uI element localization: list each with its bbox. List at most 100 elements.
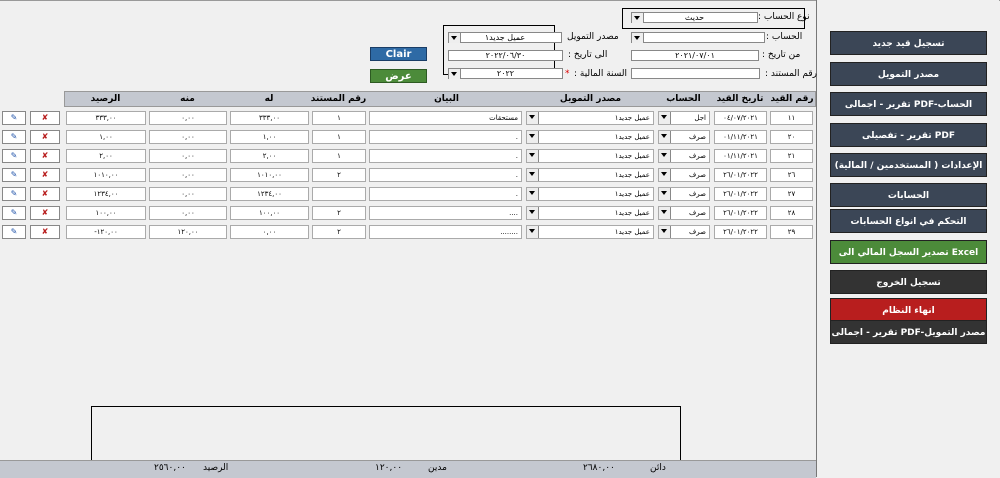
cell-entry-no[interactable]: ٢٧ [770, 187, 813, 201]
cell-statement[interactable]: ........ [369, 225, 522, 239]
to-date-input[interactable]: ٢٠٢٢/٠٦/٣٠ [448, 50, 563, 61]
cell-account[interactable]: صرف [658, 168, 710, 182]
chevron-down-icon[interactable] [632, 13, 644, 23]
cell-funding-source[interactable]: عميل جديد١ [526, 111, 654, 125]
exit-system-button[interactable]: انهاء النظام [830, 298, 987, 322]
chevron-down-icon[interactable] [632, 33, 644, 43]
cell-entry-date[interactable]: ٢٦/٠١/٢٠٢٢ [714, 187, 767, 201]
chevron-down-icon[interactable] [527, 226, 539, 238]
chevron-down-icon[interactable] [659, 112, 671, 124]
cell-credit[interactable]: ٠,٠٠ [230, 225, 309, 239]
cell-statement[interactable]: . [369, 187, 522, 201]
cell-balance[interactable]: -١٢٠,٠٠ [66, 225, 146, 239]
account-summary-pdf-button[interactable]: تقرير - اجمالى PDF-الحساب [830, 92, 987, 116]
cell-entry-no[interactable]: ٢١ [770, 149, 813, 163]
delete-icon[interactable]: ✘ [30, 149, 60, 163]
cell-entry-date[interactable]: ٠١/١١/٢٠٢١ [714, 149, 767, 163]
account-type-select[interactable]: حديث [631, 12, 758, 23]
chevron-down-icon[interactable] [659, 169, 671, 181]
cell-debit[interactable]: ٠,٠٠ [149, 168, 227, 182]
cell-doc-no[interactable]: ٢ [312, 168, 366, 182]
new-entry-button[interactable]: تسجيل قيد جديد [830, 31, 987, 55]
cell-account[interactable]: صرف [658, 225, 710, 239]
cell-account[interactable]: صرف [658, 206, 710, 220]
cell-funding-source[interactable]: عميل جديد١ [526, 187, 654, 201]
delete-icon[interactable]: ✘ [30, 187, 60, 201]
chevron-down-icon[interactable] [527, 207, 539, 219]
chevron-down-icon[interactable] [659, 207, 671, 219]
cell-account[interactable]: صرف [658, 130, 710, 144]
chevron-down-icon[interactable] [527, 150, 539, 162]
delete-icon[interactable]: ✘ [30, 225, 60, 239]
cell-debit[interactable]: ٠,٠٠ [149, 130, 227, 144]
chevron-down-icon[interactable] [659, 131, 671, 143]
cell-credit[interactable]: ١٢٣٤,٠٠ [230, 187, 309, 201]
cell-statement[interactable]: . [369, 149, 522, 163]
chevron-down-icon[interactable] [527, 131, 539, 143]
funding-source-select[interactable]: عميل جديد١ [448, 32, 562, 43]
cell-balance[interactable]: ١,٠٠ [66, 130, 146, 144]
cell-credit[interactable]: ١٠٠,٠٠ [230, 206, 309, 220]
account-types-button[interactable]: التحكم في انواع الحسابات [830, 209, 987, 233]
cell-entry-date[interactable]: ٠١/١١/٢٠٢١ [714, 130, 767, 144]
chevron-down-icon[interactable] [527, 169, 539, 181]
cell-debit[interactable]: ١٢٠,٠٠ [149, 225, 227, 239]
edit-icon[interactable]: ✎ [2, 225, 26, 239]
edit-icon[interactable]: ✎ [2, 187, 26, 201]
from-date-input[interactable]: ٢٠٢١/٠٧/٠١ [631, 50, 759, 61]
cell-account[interactable]: صرف [658, 187, 710, 201]
detailed-pdf-button[interactable]: تقرير - تفصيلى PDF [830, 123, 987, 147]
cell-funding-source[interactable]: عميل جديد١ [526, 206, 654, 220]
cell-entry-date[interactable]: ٢٦/٠١/٢٠٢٢ [714, 168, 767, 182]
cell-debit[interactable]: ٠,٠٠ [149, 187, 227, 201]
chevron-down-icon[interactable] [659, 226, 671, 238]
fiscal-year-select[interactable]: ٢٠٢٢ [448, 68, 563, 79]
show-button[interactable]: عرض [370, 69, 427, 83]
cell-statement[interactable]: . [369, 168, 522, 182]
settings-button[interactable]: الإعدادات ( المستخدمين / المالية) [830, 153, 987, 177]
edit-icon[interactable]: ✎ [2, 206, 26, 220]
cell-doc-no[interactable]: ١ [312, 111, 366, 125]
cell-funding-source[interactable]: عميل جديد١ [526, 168, 654, 182]
cell-funding-source[interactable]: عميل جديد١ [526, 130, 654, 144]
cell-doc-no[interactable]: ١ [312, 149, 366, 163]
account-select[interactable] [631, 32, 765, 43]
edit-icon[interactable]: ✎ [2, 149, 26, 163]
funding-source-button[interactable]: مصدر التمويل [830, 62, 987, 86]
cell-funding-source[interactable]: عميل جديد١ [526, 225, 654, 239]
cell-debit[interactable]: ٠,٠٠ [149, 111, 227, 125]
cell-balance[interactable]: ١٢٣٤,٠٠ [66, 187, 146, 201]
cell-doc-no[interactable]: ٢ [312, 206, 366, 220]
cell-debit[interactable]: ٠,٠٠ [149, 206, 227, 220]
cell-doc-no[interactable] [312, 187, 366, 201]
chevron-down-icon[interactable] [527, 112, 539, 124]
cell-balance[interactable]: ٣٣٣,٠٠ [66, 111, 146, 125]
cell-entry-date[interactable]: ٠٤/٠٧/٢٠٢١ [714, 111, 767, 125]
edit-icon[interactable]: ✎ [2, 130, 26, 144]
delete-icon[interactable]: ✘ [30, 130, 60, 144]
cell-account[interactable]: اجل [658, 111, 710, 125]
funding-summary-pdf-button[interactable]: تقرير - اجمالى PDF-مصدر التمويل [830, 320, 987, 344]
cell-entry-no[interactable]: ٢٨ [770, 206, 813, 220]
cell-balance[interactable]: ٢,٠٠ [66, 149, 146, 163]
cell-entry-no[interactable]: ٢٠ [770, 130, 813, 144]
cell-credit[interactable]: ٣٣٣,٠٠ [230, 111, 309, 125]
cell-doc-no[interactable]: ٢ [312, 225, 366, 239]
edit-icon[interactable]: ✎ [2, 111, 26, 125]
cell-credit[interactable]: ١٠١٠,٠٠ [230, 168, 309, 182]
cell-statement[interactable]: مستحقات [369, 111, 522, 125]
cell-account[interactable]: صرف [658, 149, 710, 163]
cell-entry-date[interactable]: ٢٦/٠١/٢٠٢٢ [714, 225, 767, 239]
chevron-down-icon[interactable] [449, 69, 461, 79]
cell-credit[interactable]: ١,٠٠ [230, 130, 309, 144]
chevron-down-icon[interactable] [527, 188, 539, 200]
export-excel-button[interactable]: تصدير السجل المالي الى Excel [830, 240, 987, 264]
cell-balance[interactable]: ١٠١٠,٠٠ [66, 168, 146, 182]
cell-statement[interactable]: .... [369, 206, 522, 220]
logout-button[interactable]: تسجيل الخروج [830, 270, 987, 294]
clear-button[interactable]: Clair [370, 47, 427, 61]
cell-entry-no[interactable]: ٢٦ [770, 168, 813, 182]
chevron-down-icon[interactable] [449, 33, 461, 43]
cell-entry-no[interactable]: ١١ [770, 111, 813, 125]
cell-doc-no[interactable]: ١ [312, 130, 366, 144]
